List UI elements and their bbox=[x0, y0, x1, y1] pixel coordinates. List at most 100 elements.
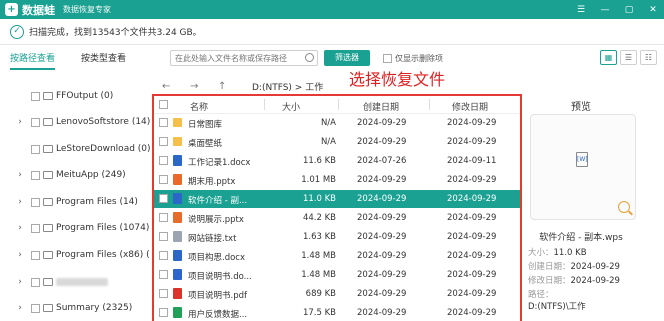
row-checkbox[interactable] bbox=[159, 289, 168, 298]
row-checkbox[interactable] bbox=[159, 156, 168, 165]
table-row[interactable]: 说明展示.pptx 44.2 KB 2024-09-29 2024-09-29 bbox=[154, 209, 520, 227]
row-checkbox[interactable] bbox=[159, 251, 168, 260]
row-checkbox[interactable] bbox=[159, 175, 168, 184]
row-checkbox[interactable] bbox=[159, 213, 168, 222]
tree-item[interactable]: › Summary (2325) bbox=[0, 300, 132, 316]
folder-icon bbox=[173, 118, 182, 127]
column-modified[interactable]: 修改日期 bbox=[452, 100, 488, 113]
txt-file-icon bbox=[173, 231, 182, 242]
tree-item[interactable]: › LenovoSoftstore (14) bbox=[0, 114, 150, 130]
row-checkbox[interactable] bbox=[159, 308, 168, 317]
created-date-cell: 2024-09-29 bbox=[357, 137, 407, 147]
detail-view-icon[interactable]: ☷ bbox=[640, 50, 657, 65]
up-arrow-icon[interactable]: ↑ bbox=[218, 81, 232, 92]
table-row[interactable]: 项目构思.docx 1.48 MB 2024-09-29 2024-09-29 bbox=[154, 247, 520, 265]
chevron-right-icon[interactable]: › bbox=[15, 303, 25, 313]
modified-date-cell: 2024-09-29 bbox=[447, 270, 497, 280]
chevron-right-icon[interactable]: › bbox=[15, 197, 25, 207]
folder-tree: FFOutput (0) › LenovoSoftstore (14) LeSt… bbox=[0, 80, 150, 321]
table-row[interactable]: 桌面壁纸 N/A 2024-09-29 2024-09-29 bbox=[154, 133, 520, 151]
modified-date-cell: 2024-09-29 bbox=[447, 137, 497, 147]
tab-by-type[interactable]: 按类型查看 bbox=[81, 51, 126, 70]
table-row[interactable]: 用户反馈数据... 17.5 KB 2024-09-29 2024-09-29 bbox=[154, 304, 520, 321]
menu-icon[interactable]: ☰ bbox=[576, 5, 586, 15]
grid-view-icon[interactable]: ▦ bbox=[600, 50, 617, 65]
folder-icon bbox=[43, 224, 53, 232]
close-icon[interactable]: ✕ bbox=[648, 5, 658, 15]
row-checkbox[interactable] bbox=[159, 194, 168, 203]
tree-checkbox[interactable] bbox=[31, 250, 40, 260]
file-size-cell: N/A bbox=[320, 118, 336, 128]
chevron-right-icon[interactable]: › bbox=[15, 277, 25, 287]
tree-item[interactable]: › Program Files (x86) (1976 bbox=[0, 247, 150, 263]
select-all-checkbox[interactable] bbox=[159, 100, 168, 109]
folder-icon bbox=[43, 92, 53, 100]
row-checkbox[interactable] bbox=[159, 118, 168, 127]
search-icon[interactable] bbox=[305, 53, 314, 62]
tree-checkbox[interactable] bbox=[31, 170, 40, 180]
tree-checkbox[interactable] bbox=[31, 144, 40, 154]
tree-item[interactable]: › bbox=[0, 274, 108, 290]
back-arrow-icon[interactable]: ← bbox=[162, 81, 176, 92]
tree-item[interactable]: FFOutput (0) bbox=[0, 88, 113, 104]
table-row[interactable]: 软件介绍 - 副... 11.0 KB 2024-09-29 2024-09-29 bbox=[154, 190, 520, 208]
column-divider bbox=[264, 99, 265, 110]
search-input[interactable] bbox=[170, 50, 318, 66]
tree-item-label: MeituApp (249) bbox=[56, 170, 126, 180]
only-deleted-toggle[interactable]: 仅显示删除项 bbox=[383, 53, 443, 64]
modified-date-cell: 2024-09-29 bbox=[447, 194, 497, 204]
minimize-icon[interactable]: — bbox=[600, 5, 610, 15]
tree-checkbox[interactable] bbox=[31, 223, 40, 233]
maximize-icon[interactable]: ▢ bbox=[624, 5, 634, 15]
table-row[interactable]: 项目说明书.do... 1.48 MB 2024-09-29 2024-09-29 bbox=[154, 266, 520, 284]
table-row[interactable]: 期末用.pptx 1.01 MB 2024-09-29 2024-09-29 bbox=[154, 171, 520, 189]
folder-icon bbox=[43, 118, 53, 126]
tree-item[interactable]: LeStoreDownload (0) bbox=[0, 141, 150, 157]
chevron-right-icon[interactable]: › bbox=[15, 250, 25, 260]
file-size-cell: 44.2 KB bbox=[302, 213, 336, 223]
table-row[interactable]: 工作记录1.docx 11.6 KB 2024-07-26 2024-09-11 bbox=[154, 152, 520, 170]
column-name[interactable]: 名称 bbox=[190, 100, 208, 113]
preview-modified: 修改日期：2024-09-29 bbox=[528, 276, 620, 286]
filter-button[interactable]: 筛选器 bbox=[324, 50, 370, 66]
zoom-icon[interactable] bbox=[618, 201, 630, 213]
chevron-right-icon[interactable]: › bbox=[15, 170, 25, 180]
column-created[interactable]: 创建日期 bbox=[363, 100, 399, 113]
tree-checkbox[interactable] bbox=[31, 197, 40, 207]
only-deleted-checkbox[interactable] bbox=[383, 54, 392, 63]
chevron-right-icon[interactable]: › bbox=[15, 223, 25, 233]
pptx-file-icon bbox=[173, 212, 182, 223]
forward-arrow-icon[interactable]: → bbox=[190, 81, 204, 92]
row-checkbox[interactable] bbox=[159, 232, 168, 241]
logo-icon: + bbox=[5, 3, 18, 16]
created-date-cell: 2024-09-29 bbox=[357, 194, 407, 204]
file-size-cell: 1.48 MB bbox=[301, 270, 336, 280]
annotation-title: 选择恢复文件 bbox=[349, 70, 446, 89]
table-row[interactable]: 网站链接.txt 1.63 KB 2024-09-29 2024-09-29 bbox=[154, 228, 520, 246]
tree-checkbox[interactable] bbox=[31, 117, 40, 127]
file-size-cell: N/A bbox=[320, 137, 336, 147]
preview-created: 创建日期：2024-09-29 bbox=[528, 262, 620, 272]
tree-checkbox[interactable] bbox=[31, 91, 40, 101]
tree-checkbox[interactable] bbox=[31, 277, 40, 287]
table-row[interactable]: 项目说明书.pdf 689 KB 2024-09-29 2024-09-29 bbox=[154, 285, 520, 303]
list-view-icon[interactable]: ☰ bbox=[620, 50, 637, 65]
modified-date-cell: 2024-09-29 bbox=[447, 213, 497, 223]
created-date-cell: 2024-09-29 bbox=[357, 289, 407, 299]
row-checkbox[interactable] bbox=[159, 137, 168, 146]
scan-status-bar: ✓ 扫描完成，找到13543个文件共3.24 GB。 bbox=[0, 19, 664, 45]
row-checkbox[interactable] bbox=[159, 270, 168, 279]
modified-date-cell: 2024-09-29 bbox=[447, 232, 497, 242]
tree-item[interactable]: › MeituApp (249) bbox=[0, 167, 126, 183]
column-size[interactable]: 大小 bbox=[282, 100, 300, 113]
tree-item[interactable]: › Program Files (1074) bbox=[0, 220, 149, 236]
only-deleted-label: 仅显示删除项 bbox=[395, 54, 443, 63]
chevron-right-icon[interactable]: › bbox=[15, 117, 25, 127]
tab-by-path[interactable]: 按路径查看 bbox=[10, 51, 56, 70]
table-row[interactable]: 日常图库 N/A 2024-09-29 2024-09-29 bbox=[154, 114, 520, 132]
app-logo: + 数据蛙 bbox=[5, 2, 55, 18]
created-date-cell: 2024-09-29 bbox=[357, 251, 407, 261]
tree-item[interactable]: › Program Files (14) bbox=[0, 194, 138, 210]
tree-checkbox[interactable] bbox=[31, 303, 40, 313]
check-circle-icon: ✓ bbox=[10, 24, 24, 39]
